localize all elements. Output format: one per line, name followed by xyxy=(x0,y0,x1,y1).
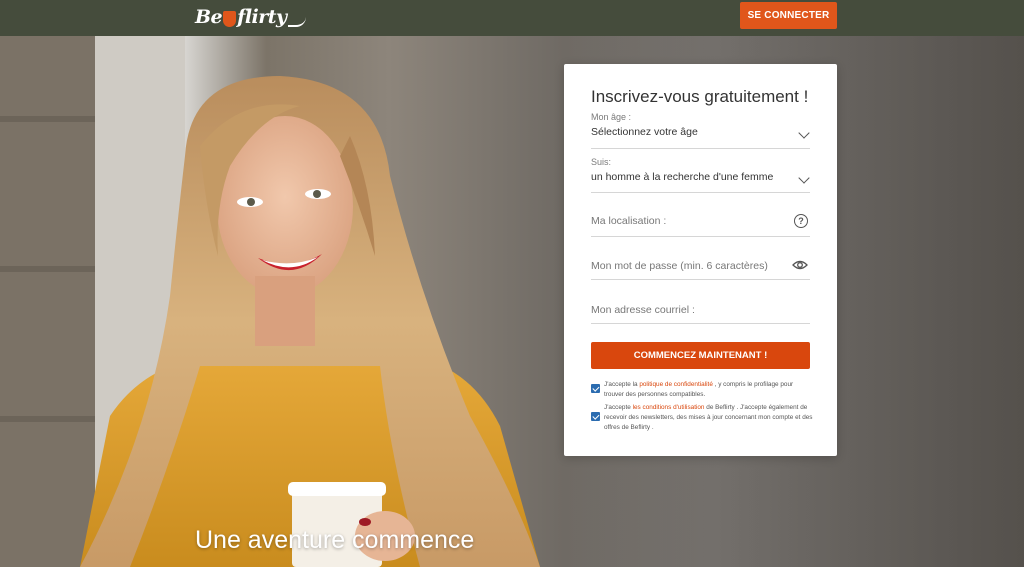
signup-form-card: Inscrivez-vous gratuitement ! Mon âge : … xyxy=(564,64,837,456)
terms-link[interactable]: les conditions d'utilisation xyxy=(633,404,705,411)
eye-icon[interactable] xyxy=(792,258,808,276)
consent-terms-row: J'accepte les conditions d'utilisation d… xyxy=(591,403,813,433)
hero-slogan: Une aventure commence xyxy=(195,526,475,554)
logo-text-left: Be xyxy=(195,6,223,28)
privacy-checkbox[interactable] xyxy=(591,384,600,393)
hero-background-photo xyxy=(0,36,1024,567)
age-label: Mon âge : xyxy=(591,112,632,122)
password-placeholder: Mon mot de passe (min. 6 caractères) xyxy=(591,260,768,272)
age-select[interactable]: Mon âge : Sélectionnez votre âge xyxy=(591,112,810,149)
beflirty-logo[interactable]: Be flirty xyxy=(195,3,306,31)
form-title: Inscrivez-vous gratuitement ! xyxy=(591,87,809,106)
location-input[interactable]: Ma localisation : ? xyxy=(591,214,810,237)
privacy-policy-link[interactable]: politique de confidentialité xyxy=(639,381,713,388)
start-now-button[interactable]: COMMENCEZ MAINTENANT ! xyxy=(591,342,810,369)
seeking-value: un homme à la recherche d'une femme xyxy=(591,171,774,183)
terms-consent-text: J'accepte les conditions d'utilisation d… xyxy=(604,403,813,433)
privacy-consent-text: J'accepte la politique de confidentialit… xyxy=(604,380,813,400)
seeking-select[interactable]: Suis: un homme à la recherche d'une femm… xyxy=(591,157,810,193)
login-button[interactable]: SE CONNECTER xyxy=(740,2,837,29)
logo-text-right: flirty xyxy=(237,6,287,28)
email-placeholder: Mon adresse courriel : xyxy=(591,304,695,316)
logo-swoosh-icon xyxy=(287,17,306,27)
age-value: Sélectionnez votre âge xyxy=(591,126,698,138)
help-question-icon[interactable]: ? xyxy=(794,214,808,228)
consent-privacy-row: J'accepte la politique de confidentialit… xyxy=(591,380,813,400)
location-placeholder: Ma localisation : xyxy=(591,215,667,227)
password-input[interactable]: Mon mot de passe (min. 6 caractères) xyxy=(591,260,810,280)
privacy-text-before: J'accepte la xyxy=(604,381,640,388)
terms-text-before: J'accepte xyxy=(604,404,633,411)
email-input[interactable]: Mon adresse courriel : xyxy=(591,304,810,324)
logo-badge-icon xyxy=(223,11,237,27)
top-navigation-bar: Be flirty SE CONNECTER xyxy=(0,0,1024,36)
terms-checkbox[interactable] xyxy=(591,412,600,421)
seeking-label: Suis: xyxy=(591,157,612,167)
hero-illustration xyxy=(0,36,1024,567)
